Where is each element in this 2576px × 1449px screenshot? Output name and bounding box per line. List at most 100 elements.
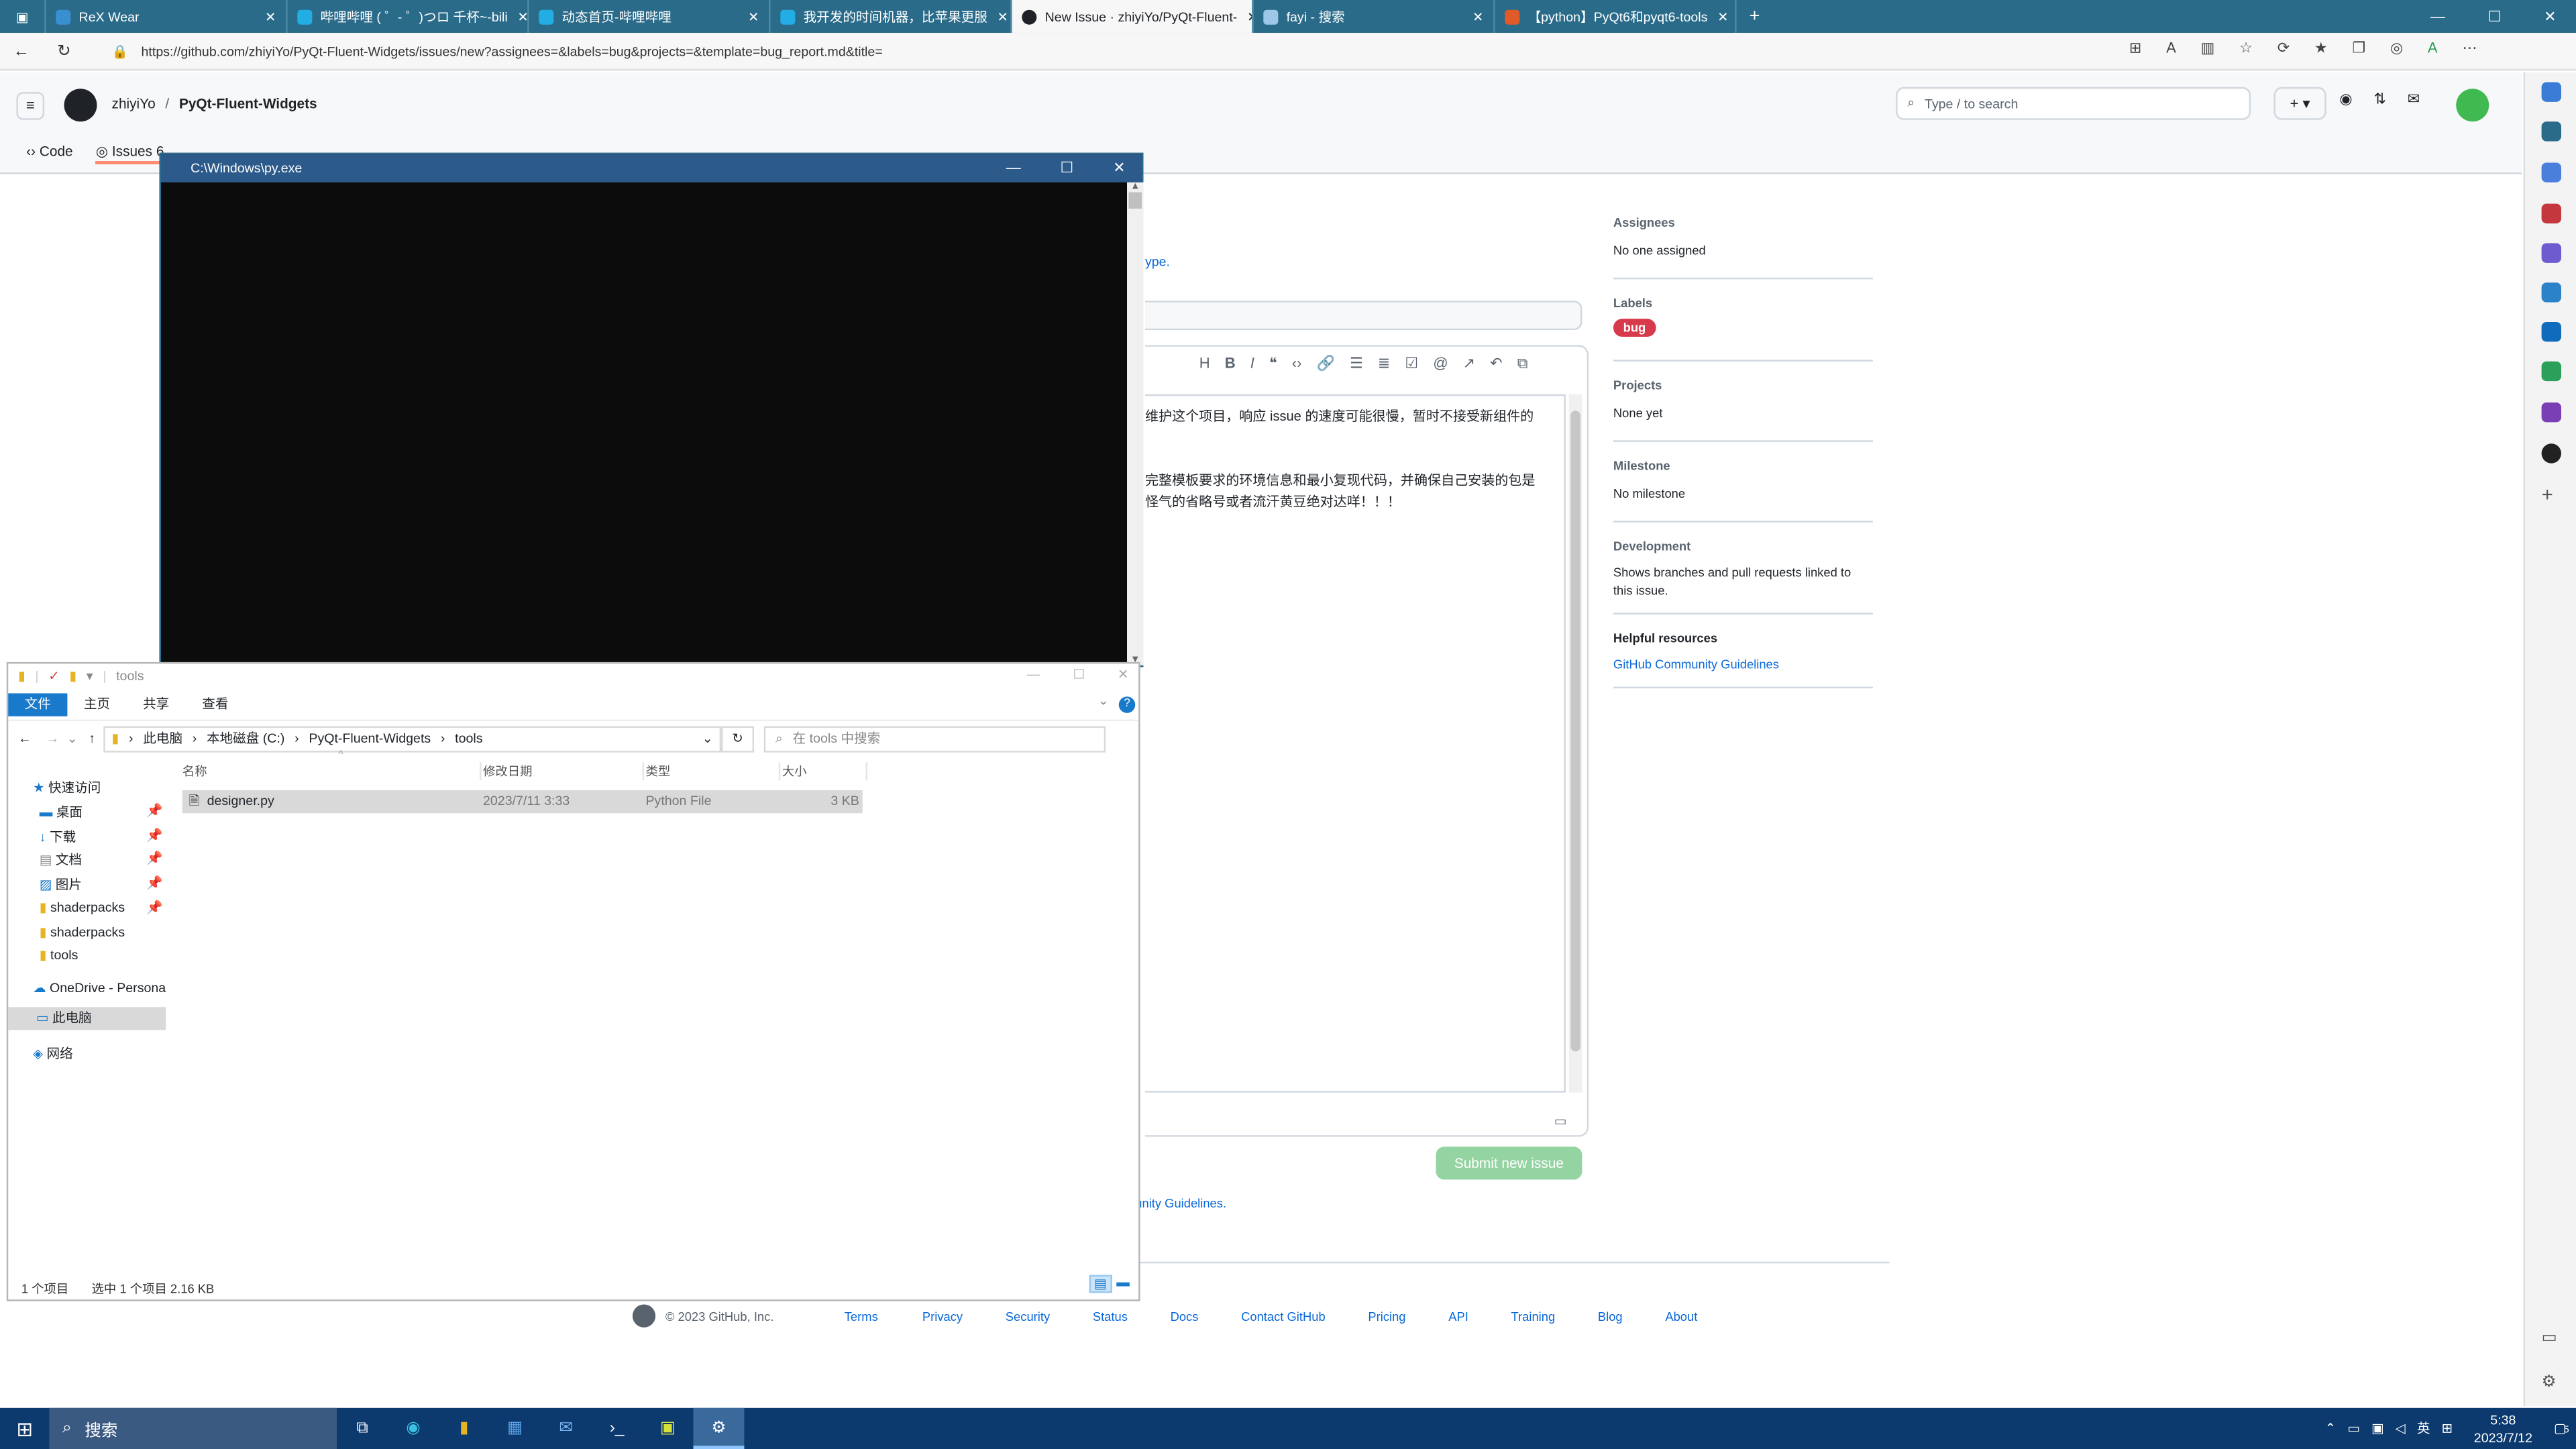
- footer-link[interactable]: About: [1665, 1309, 1697, 1324]
- large-icons-view-icon[interactable]: ▬: [1116, 1275, 1130, 1293]
- bullet-list-icon[interactable]: ☰: [1350, 355, 1363, 373]
- pycharm-icon[interactable]: ▣: [643, 1419, 694, 1438]
- browser-tab-active[interactable]: New Issue · zhiyiYo/PyQt-Fluent-✕: [1012, 0, 1254, 33]
- footer-link[interactable]: API: [1448, 1309, 1468, 1324]
- search-input[interactable]: ⌕ Type / to search: [1896, 87, 2251, 120]
- close-icon[interactable]: ✕: [508, 9, 527, 23]
- new-tab-button[interactable]: +: [1737, 0, 1773, 33]
- title-input[interactable]: [1144, 301, 1582, 331]
- browser-tab[interactable]: 我开发的时间机器，比苹果更服 ✕: [771, 0, 1012, 33]
- split-icon[interactable]: ▥: [2201, 40, 2215, 58]
- column-size[interactable]: 大小: [782, 762, 868, 781]
- milestone-heading[interactable]: Milestone: [1613, 458, 1873, 473]
- collections-icon[interactable]: ❐: [2352, 40, 2365, 58]
- recent-icon[interactable]: ⌄: [64, 731, 80, 746]
- browser-tab[interactable]: 动态首页-哔哩哔哩 ✕: [529, 0, 771, 33]
- browser-tab[interactable]: 【python】PyQt6和pyqt6-tools ✕: [1495, 0, 1737, 33]
- tab-code[interactable]: ‹› Code: [26, 143, 72, 164]
- forward-icon[interactable]: →: [41, 731, 64, 746]
- console-scrollbar[interactable]: ▲ ▼: [1127, 182, 1144, 665]
- tab-issues[interactable]: ◎ Issues 6: [95, 143, 164, 164]
- ime-icon[interactable]: ⊞: [2442, 1421, 2453, 1436]
- maximize-icon[interactable]: ☐: [1061, 160, 1074, 178]
- vpn-icon[interactable]: ◎: [2390, 40, 2403, 58]
- read-aloud-icon[interactable]: A: [2166, 40, 2176, 58]
- community-guidelines-link[interactable]: GitHub Community Guidelines: [1613, 657, 1873, 672]
- assignees-heading[interactable]: Assignees: [1613, 215, 1873, 230]
- development-heading[interactable]: Development: [1613, 539, 1873, 553]
- pull-requests-icon[interactable]: ⇅: [2373, 91, 2385, 109]
- extensions-icon[interactable]: ⟳: [2277, 40, 2290, 58]
- path-segment[interactable]: 本地磁盘 (C:): [207, 729, 284, 747]
- nav-quick-access[interactable]: ★ 快速访问: [33, 779, 101, 797]
- bold-icon[interactable]: B: [1225, 355, 1236, 373]
- nav-tools[interactable]: ▮ tools: [40, 948, 78, 963]
- expand-ribbon-icon[interactable]: ⌄: [1098, 693, 1119, 716]
- italic-icon[interactable]: I: [1250, 355, 1254, 373]
- column-date[interactable]: 修改日期: [483, 762, 645, 781]
- send-icon[interactable]: [2541, 361, 2561, 382]
- owner-link[interactable]: zhiyiYo: [112, 95, 156, 111]
- network-icon[interactable]: ▣: [2371, 1421, 2384, 1436]
- nav-network[interactable]: ◈ 网络: [33, 1045, 73, 1063]
- reference-icon[interactable]: ↗: [1463, 355, 1475, 373]
- close-icon[interactable]: ✕: [987, 9, 1008, 23]
- properties-icon[interactable]: ✓: [48, 669, 59, 684]
- edge-icon[interactable]: ◉: [388, 1419, 439, 1438]
- inbox-icon[interactable]: ✉: [2408, 91, 2420, 109]
- start-icon[interactable]: ⊞: [0, 1417, 49, 1440]
- address-path[interactable]: ▮ › 此电脑 › 本地磁盘 (C:) › PyQt-Fluent-Widgets › …: [103, 725, 722, 752]
- projects-heading[interactable]: Projects: [1613, 378, 1873, 392]
- favorites-icon[interactable]: ★: [2314, 40, 2328, 58]
- openai-icon[interactable]: [2541, 443, 2561, 464]
- profile-icon[interactable]: A: [2428, 40, 2438, 58]
- nav-pictures[interactable]: ▨ 图片 📌: [40, 875, 163, 894]
- footer-link[interactable]: Contact GitHub: [1241, 1309, 1326, 1324]
- reply-icon[interactable]: ↶: [1490, 355, 1502, 373]
- browser-tab[interactable]: fayi - 搜索 ✕: [1254, 0, 1495, 33]
- close-icon[interactable]: ✕: [1707, 9, 1728, 23]
- more-icon[interactable]: ⋯: [2462, 40, 2477, 58]
- back-icon[interactable]: ←: [8, 731, 41, 746]
- console-titlebar[interactable]: C:\Windows\py.exe — ☐ ✕: [161, 154, 1142, 182]
- guidelines-link[interactable]: unity Guidelines.: [1135, 1196, 1226, 1211]
- footer-link[interactable]: Status: [1093, 1309, 1128, 1324]
- browser-tab[interactable]: 哔哩哔哩 ( ゜- ゜)つロ 千杯~-bili ✕: [288, 0, 529, 33]
- mail-icon[interactable]: ✉: [541, 1419, 592, 1438]
- heading-icon[interactable]: H: [1199, 355, 1210, 373]
- nav-onedrive[interactable]: ☁ OneDrive - Persona: [33, 981, 166, 996]
- favorite-icon[interactable]: ☆: [2239, 40, 2253, 58]
- mention-icon[interactable]: @: [1433, 355, 1448, 373]
- avatar[interactable]: [2456, 89, 2489, 122]
- dropdown-icon[interactable]: ▾: [87, 669, 93, 684]
- footer-link[interactable]: Privacy: [922, 1309, 963, 1324]
- file-explorer-icon[interactable]: ▮: [439, 1419, 490, 1438]
- refresh-icon[interactable]: ↻: [43, 42, 86, 60]
- file-row[interactable]: 🗎 designer.py 2023/7/11 3:33 Python File…: [182, 790, 863, 814]
- quote-icon[interactable]: ❝: [1269, 355, 1277, 373]
- new-folder-icon[interactable]: ▮: [69, 669, 76, 684]
- minimize-icon[interactable]: —: [1027, 667, 1040, 682]
- close-icon[interactable]: ✕: [1462, 9, 1483, 23]
- menu-icon[interactable]: ≡: [16, 92, 45, 120]
- path-segment[interactable]: tools: [455, 731, 482, 746]
- labels-heading[interactable]: Labels: [1613, 296, 1873, 311]
- footer-link[interactable]: Pricing: [1368, 1309, 1405, 1324]
- issues-icon[interactable]: ◉: [2339, 91, 2352, 109]
- search-icon[interactable]: [2541, 121, 2561, 142]
- onenote-icon[interactable]: [2541, 402, 2561, 423]
- footer-link[interactable]: Training: [1511, 1309, 1556, 1324]
- close-icon[interactable]: ✕: [738, 9, 759, 23]
- create-new-button[interactable]: + ▾: [2273, 87, 2326, 120]
- task-list-icon[interactable]: ☑: [1405, 355, 1418, 373]
- tray-overflow-icon[interactable]: ⌃: [2325, 1421, 2336, 1436]
- ribbon-tab-home[interactable]: 主页: [67, 693, 126, 716]
- submit-button[interactable]: Submit new issue: [1436, 1146, 1582, 1180]
- task-view-icon[interactable]: ⧉: [337, 1419, 388, 1438]
- ribbon-tab-file[interactable]: 文件: [8, 693, 68, 716]
- nav-shaderpacks[interactable]: ▮ shaderpacks: [40, 925, 125, 940]
- footer-link[interactable]: Docs: [1171, 1309, 1199, 1324]
- minimize-icon[interactable]: —: [2430, 7, 2445, 25]
- tag-icon[interactable]: [2541, 162, 2561, 182]
- close-icon[interactable]: ✕: [1113, 160, 1125, 178]
